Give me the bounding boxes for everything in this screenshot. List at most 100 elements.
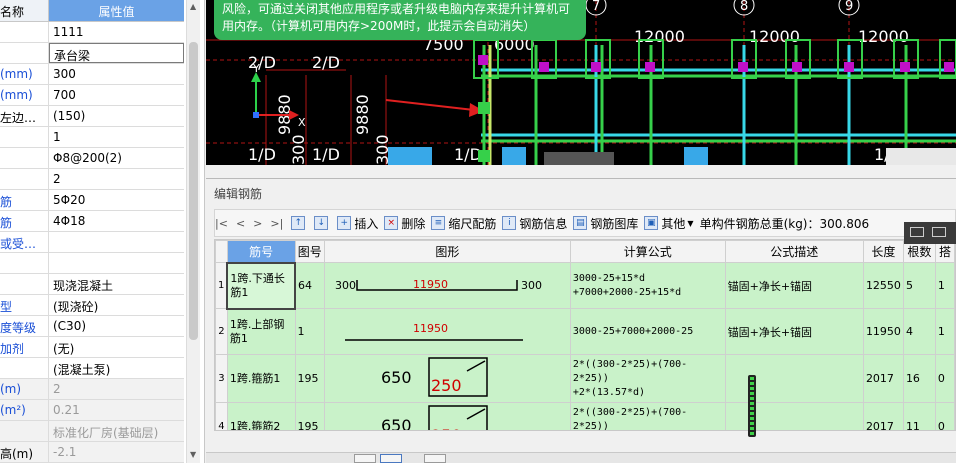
- fig-cell[interactable]: 1: [294, 308, 325, 355]
- fig-cell[interactable]: 195: [294, 402, 325, 430]
- fig-cell[interactable]: 195: [294, 354, 325, 403]
- property-row[interactable]: 筋 5Φ20: [0, 190, 184, 211]
- grid-icon[interactable]: [932, 227, 946, 237]
- scrollbar-thumb[interactable]: [189, 42, 198, 340]
- property-row[interactable]: (混凝土泵): [0, 358, 184, 379]
- extra-cell[interactable]: 1: [934, 308, 955, 355]
- formula-cell[interactable]: 2*((300-2*25)+(700-2*25)) +2*(13.57*d): [569, 402, 726, 430]
- property-row[interactable]: 左边… (150): [0, 106, 184, 127]
- move-down-button[interactable]: ↓: [314, 216, 331, 230]
- property-value[interactable]: (无): [49, 337, 184, 357]
- property-row[interactable]: (m) 2: [0, 379, 184, 400]
- extra-cell[interactable]: 0: [934, 402, 955, 430]
- formula-cell[interactable]: 3000-25+15*d +7000+2000-25+15*d: [569, 262, 726, 309]
- first-record-button[interactable]: |<: [215, 217, 228, 230]
- shape-cell[interactable]: 650 250: [323, 402, 571, 430]
- desc-cell[interactable]: [724, 354, 864, 403]
- length-cell[interactable]: 11950: [862, 308, 904, 355]
- col-header-fig[interactable]: 图号: [294, 240, 325, 263]
- count-cell[interactable]: 16: [902, 354, 936, 403]
- nav-button[interactable]: [380, 454, 402, 463]
- property-value[interactable]: -2.1: [49, 442, 184, 462]
- scroll-up-icon[interactable]: ▲: [190, 2, 196, 11]
- property-row[interactable]: 度等级 (C30): [0, 316, 184, 337]
- table-row[interactable]: 3 1跨.箍筋1 195 650 250 2*((300-2*25)+(700-…: [215, 354, 955, 403]
- table-row[interactable]: 2 1跨.上部钢筋1 1 11950 3000-25+7000+2000-25 …: [215, 308, 955, 355]
- rebar-library-button[interactable]: ▤ 钢筋图库: [573, 215, 638, 232]
- length-cell[interactable]: 2017: [862, 354, 904, 403]
- other-menu-button[interactable]: ▣ 其他 ▼: [644, 215, 694, 232]
- property-row[interactable]: 筋 4Φ18: [0, 211, 184, 232]
- move-up-button[interactable]: ↑: [291, 216, 308, 230]
- table-row[interactable]: 4 1跨.箍筋2 195 650 250 2*((300-2*25)+(700-…: [215, 402, 955, 430]
- extra-cell[interactable]: 1: [934, 262, 955, 309]
- nav-button[interactable]: [424, 454, 446, 463]
- property-row[interactable]: 型 (现浇砼): [0, 295, 184, 316]
- low-memory-tip[interactable]: 风险，可通过关闭其他应用程序或者升级电脑内存来提升计算机可用内存。（计算机可用内…: [214, 0, 586, 40]
- property-value[interactable]: (150): [49, 106, 184, 126]
- property-value-input[interactable]: 承台梁: [49, 43, 184, 63]
- rebar-name-cell[interactable]: 1跨.箍筋1: [226, 354, 296, 403]
- property-row[interactable]: (mm) 700: [0, 85, 184, 106]
- property-value[interactable]: [49, 253, 184, 273]
- rebar-info-button[interactable]: i 钢筋信息: [502, 215, 567, 232]
- property-value[interactable]: 1: [49, 127, 184, 147]
- prev-record-button[interactable]: <: [236, 217, 245, 230]
- col-header-desc[interactable]: 公式描述: [724, 240, 864, 263]
- property-value[interactable]: 标准化厂房(基础层): [49, 421, 184, 441]
- property-value[interactable]: [49, 232, 184, 252]
- col-header-name[interactable]: 筋号: [226, 240, 296, 263]
- property-row[interactable]: 2: [0, 169, 184, 190]
- property-value[interactable]: (C30): [49, 316, 184, 336]
- property-row[interactable]: [0, 253, 184, 274]
- col-header-formula[interactable]: 计算公式: [569, 240, 726, 263]
- shape-cell[interactable]: 300 11950 300: [323, 262, 571, 309]
- property-row[interactable]: (mm) 300: [0, 64, 184, 85]
- rebar-name-cell[interactable]: 1跨.上部钢筋1: [226, 308, 296, 355]
- property-value[interactable]: 0.21: [49, 400, 184, 420]
- property-value[interactable]: 5Φ20: [49, 190, 184, 210]
- property-row[interactable]: 加剂 (无): [0, 337, 184, 358]
- property-value[interactable]: 2: [49, 169, 184, 189]
- last-record-button[interactable]: >|: [270, 217, 283, 230]
- rebar-name-cell[interactable]: 1跨.下通长筋1: [226, 261, 296, 310]
- table-row[interactable]: 1 1跨.下通长筋1 64 300 11950 300 3000-25+15*d…: [215, 261, 955, 310]
- property-row[interactable]: 1111: [0, 22, 184, 43]
- property-row[interactable]: Φ8@200(2): [0, 148, 184, 169]
- extra-cell[interactable]: 0: [934, 354, 955, 403]
- property-row[interactable]: 高(m) -2.1: [0, 442, 184, 463]
- scroll-down-icon[interactable]: ▼: [190, 450, 196, 459]
- property-row[interactable]: (m²) 0.21: [0, 400, 184, 421]
- count-cell[interactable]: 11: [902, 402, 936, 430]
- formula-cell[interactable]: 2*((300-2*25)+(700-2*25)) +2*(13.57*d): [569, 354, 726, 403]
- fig-cell[interactable]: 64: [294, 262, 325, 309]
- property-scrollbar[interactable]: ▲ ▼: [186, 0, 200, 463]
- property-value[interactable]: (现浇砼): [49, 295, 184, 315]
- desc-cell[interactable]: 锚固+净长+锚固: [724, 308, 864, 355]
- scale-rebar-button[interactable]: ≡ 缩尺配筋: [431, 215, 496, 232]
- col-header-length[interactable]: 长度: [862, 240, 904, 263]
- count-cell[interactable]: 5: [902, 262, 936, 309]
- nav-button[interactable]: [354, 454, 376, 463]
- count-cell[interactable]: 4: [902, 308, 936, 355]
- floating-toolbar[interactable]: [904, 222, 956, 244]
- property-value[interactable]: 4Φ18: [49, 211, 184, 231]
- length-cell[interactable]: 2017: [862, 402, 904, 430]
- shape-cell[interactable]: 11950: [323, 308, 571, 355]
- next-record-button[interactable]: >: [253, 217, 262, 230]
- col-header-shape[interactable]: 图形: [323, 240, 571, 263]
- rebar-name-cell[interactable]: 1跨.箍筋2: [226, 402, 296, 430]
- desc-cell[interactable]: 锚固+净长+锚固: [724, 262, 864, 309]
- property-row[interactable]: 标准化厂房(基础层): [0, 421, 184, 442]
- property-row[interactable]: 1: [0, 127, 184, 148]
- property-value[interactable]: 700: [49, 85, 184, 105]
- desc-cell[interactable]: [724, 402, 864, 430]
- property-value[interactable]: Φ8@200(2): [49, 148, 184, 168]
- property-value[interactable]: 1111: [49, 22, 184, 42]
- insert-button[interactable]: + 插入: [337, 215, 378, 232]
- length-cell[interactable]: 12550: [862, 262, 904, 309]
- property-value[interactable]: (混凝土泵): [49, 358, 184, 378]
- keyboard-icon[interactable]: [910, 227, 924, 237]
- formula-cell[interactable]: 3000-25+7000+2000-25: [569, 308, 726, 355]
- shape-cell[interactable]: 650 250: [323, 354, 571, 403]
